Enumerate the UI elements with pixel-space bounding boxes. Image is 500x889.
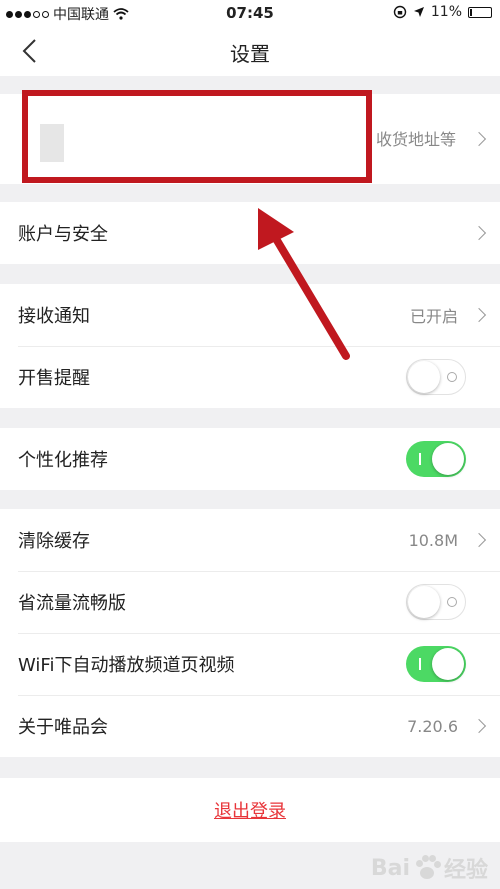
personalized-group: 个性化推荐: [0, 428, 500, 490]
receive-notifications-label: 接收通知: [18, 306, 90, 327]
chevron-right-icon: [471, 532, 487, 548]
clear-cache-label: 清除缓存: [18, 531, 90, 552]
watermark-text: Bai: [370, 855, 410, 881]
account-group: 账户与安全: [0, 202, 500, 264]
notification-group: 接收通知 已开启 开售提醒: [0, 284, 500, 408]
battery-icon: [468, 6, 492, 18]
battery-percent: 11%: [430, 4, 462, 20]
misc-group: 清除缓存 10.8M 省流量流畅版 WiFi下自动播放频道页视频 关于唯品会 7…: [0, 509, 500, 757]
wifi-autoplay-row: WiFi下自动播放频道页视频: [0, 633, 500, 695]
account-security-row[interactable]: 账户与安全: [0, 202, 500, 264]
data-saver-toggle[interactable]: [406, 584, 466, 620]
logout-button[interactable]: 退出登录: [214, 797, 286, 823]
annotation-highlight-box: [22, 90, 372, 183]
profile-subtitle: 收货地址等: [375, 130, 456, 149]
paw-logo-icon: [414, 855, 441, 881]
chevron-right-icon: [471, 718, 487, 734]
personalized-recommend-label: 个性化推荐: [18, 450, 108, 471]
baidu-watermark: Bai 经验: [371, 852, 488, 884]
wifi-autoplay-label: WiFi下自动播放频道页视频: [18, 655, 235, 676]
about-row[interactable]: 关于唯品会 7.20.6: [0, 695, 500, 757]
wifi-autoplay-toggle[interactable]: [406, 646, 466, 682]
nav-bar: 设置: [0, 26, 500, 76]
data-saver-label: 省流量流畅版: [18, 593, 126, 614]
about-label: 关于唯品会: [18, 717, 108, 738]
chevron-right-icon: [471, 307, 487, 323]
logout-section: 退出登录: [0, 778, 500, 842]
watermark-suffix: 经验: [443, 858, 488, 883]
chevron-right-icon: [471, 225, 487, 241]
sale-reminder-row: 开售提醒: [0, 346, 500, 408]
account-security-label: 账户与安全: [18, 224, 108, 245]
clear-cache-row[interactable]: 清除缓存 10.8M: [0, 509, 500, 571]
personalized-recommend-row: 个性化推荐: [0, 428, 500, 490]
location-icon: [413, 7, 424, 17]
personalized-recommend-toggle[interactable]: [406, 441, 466, 477]
status-bar: 中国联通 07:45 11%: [0, 0, 500, 26]
data-saver-row: 省流量流畅版: [0, 571, 500, 633]
page-title: 设置: [230, 42, 270, 66]
orientation-lock-icon: [393, 5, 407, 19]
receive-notifications-row[interactable]: 接收通知 已开启: [0, 284, 500, 346]
cache-size-value: 10.8M: [408, 530, 458, 550]
receive-notifications-value: 已开启: [409, 307, 458, 326]
chevron-right-icon: [471, 131, 487, 147]
app-version-value: 7.20.6: [407, 716, 458, 736]
sale-reminder-toggle[interactable]: [406, 359, 466, 395]
sale-reminder-label: 开售提醒: [18, 368, 90, 389]
